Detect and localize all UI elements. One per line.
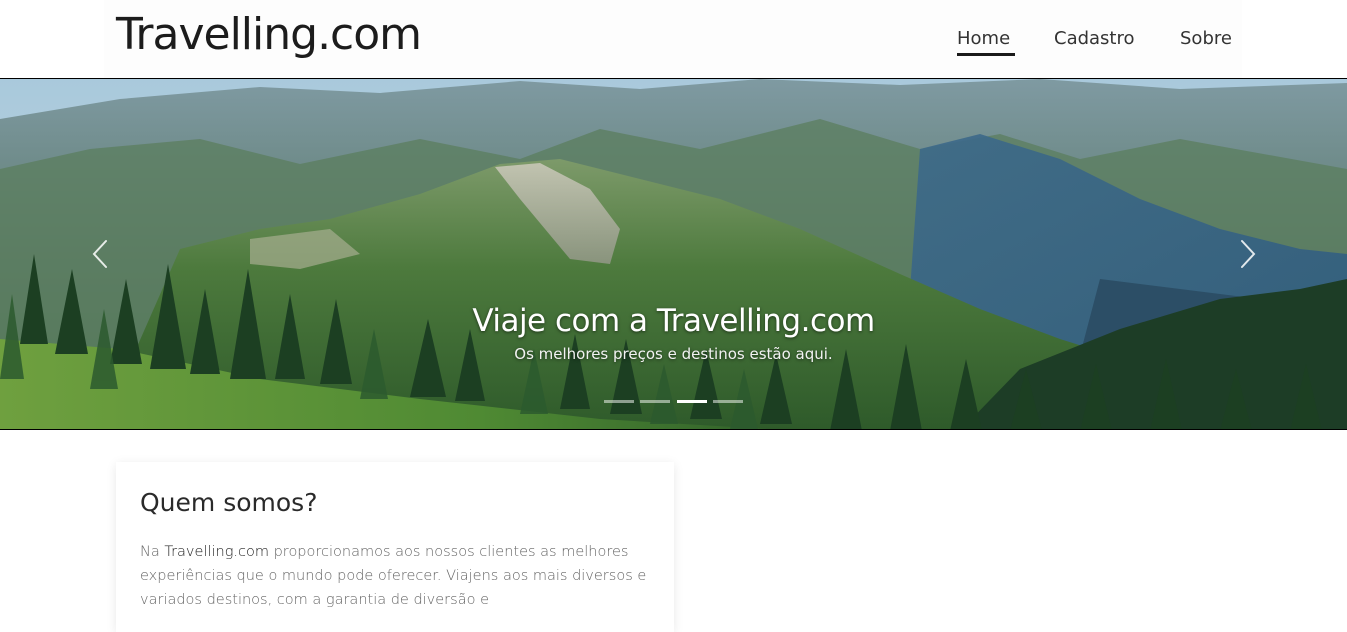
carousel-indicator-3[interactable] (677, 400, 707, 403)
chevron-left-icon (92, 240, 107, 268)
carousel-slide-image (0, 79, 1347, 429)
about-card: Quem somos? Na Travelling.com proporcion… (116, 462, 674, 632)
caption-title-prefix: Viaje com a (472, 303, 657, 339)
site-logo[interactable]: Travelling.com (116, 9, 422, 60)
carousel-next-button[interactable] (1234, 239, 1260, 269)
hero-carousel: Viaje com a Travelling.com Os melhores p… (0, 78, 1347, 430)
nav-link-sobre[interactable]: Sobre (1180, 28, 1232, 49)
about-text-prefix: Na (140, 544, 165, 560)
carousel-caption: Viaje com a Travelling.com Os melhores p… (0, 303, 1347, 363)
nav-link-cadastro[interactable]: Cadastro (1054, 28, 1135, 49)
caption-title: Viaje com a Travelling.com (0, 303, 1347, 339)
about-text-brand: Travelling.com (164, 544, 269, 560)
chevron-right-icon (1241, 240, 1256, 268)
caption-title-brand: Travelling.com (656, 303, 875, 339)
caption-subtitle: Os melhores preços e destinos estão aqui… (514, 345, 833, 363)
nav-link-home[interactable]: Home (957, 28, 1010, 49)
about-title: Quem somos? (140, 488, 318, 517)
carousel-indicator-2[interactable] (640, 400, 670, 403)
carousel-indicator-1[interactable] (604, 400, 634, 403)
carousel-prev-button[interactable] (88, 239, 114, 269)
site-header: Travelling.com Home Cadastro Sobre (0, 0, 1347, 78)
active-nav-indicator (957, 53, 1015, 56)
about-text: Na Travelling.com proporcionamos aos nos… (140, 540, 660, 612)
carousel-indicator-4[interactable] (713, 400, 743, 403)
